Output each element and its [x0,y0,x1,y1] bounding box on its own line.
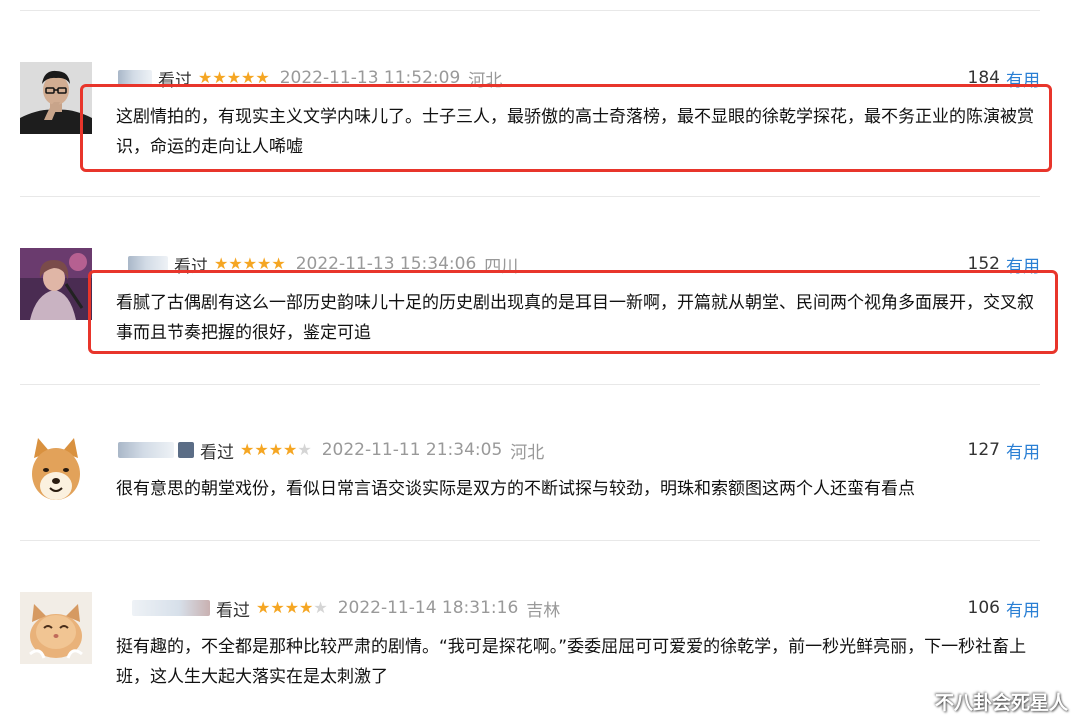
review-timestamp: 2022-11-11 21:34:05 [321,440,503,460]
rating-stars: ★ ★ ★ ★ ★ [240,442,312,458]
helpful-button[interactable]: 有用 [1006,438,1040,463]
helpful-button[interactable]: 有用 [1006,596,1040,621]
star-icon: ★ [240,440,255,459]
review-text: 看腻了古偶剧有这么一部历史韵味儿十足的历史剧出现真的是耳目一新啊，开篇就从朝堂、… [116,293,1034,343]
shiba-dog-icon [20,434,92,506]
vote-area: 106 有用 [967,596,1040,621]
star-icon: ★ [270,598,285,617]
rating-stars: ★ ★ ★ ★ ★ [256,600,328,616]
review-meta: 看过 ★ ★ ★ ★ ★ 2022-11-14 18:31:16 吉林 [132,596,561,621]
star-icon: ★ [299,598,314,617]
review-text: 这剧情拍的，有现实主义文学内味儿了。士子三人，最骄傲的高士奇落榜，最不显眼的徐乾… [116,107,1034,157]
review-text: 很有意思的朝堂戏份，看似日常言语交谈实际是双方的不断试探与较劲，明珠和索额图这两… [116,479,915,499]
star-empty-icon: ★ [297,440,312,459]
avatar[interactable] [20,434,92,506]
review-location: 河北 [510,442,545,463]
user-badge [178,442,194,458]
vote-area: 127 有用 [967,438,1040,463]
review-text: 挺有趣的，不全都是那种比较严肃的剧情。“我可是探花啊。”委委屈屈可可爱爱的徐乾学… [116,637,1027,687]
divider [20,196,1040,197]
review-meta: 看过 ★ ★ ★ ★ ★ 2022-11-11 21:34:05 河北 [118,438,545,463]
performer-photo-icon [20,248,92,320]
star-icon: ★ [254,440,269,459]
vote-count: 106 [967,598,1000,618]
star-icon: ★ [283,440,298,459]
review-location: 吉林 [526,600,561,621]
divider [20,540,1040,541]
kitten-icon [20,592,92,664]
star-empty-icon: ★ [313,598,328,617]
watched-status: 看过 [200,442,234,463]
watermark: 不八卦会死星人 [934,692,1068,714]
star-icon: ★ [284,598,300,617]
username-blurred[interactable] [118,442,174,458]
divider [20,10,1040,11]
avatar[interactable] [20,248,92,320]
star-icon: ★ [268,440,284,459]
vote-count: 127 [967,440,1000,460]
review-timestamp: 2022-11-14 18:31:16 [337,598,519,618]
avatar[interactable] [20,592,92,664]
divider [20,384,1040,385]
username-blurred[interactable] [132,600,210,616]
star-icon: ★ [256,598,271,617]
watched-status: 看过 [216,600,250,621]
